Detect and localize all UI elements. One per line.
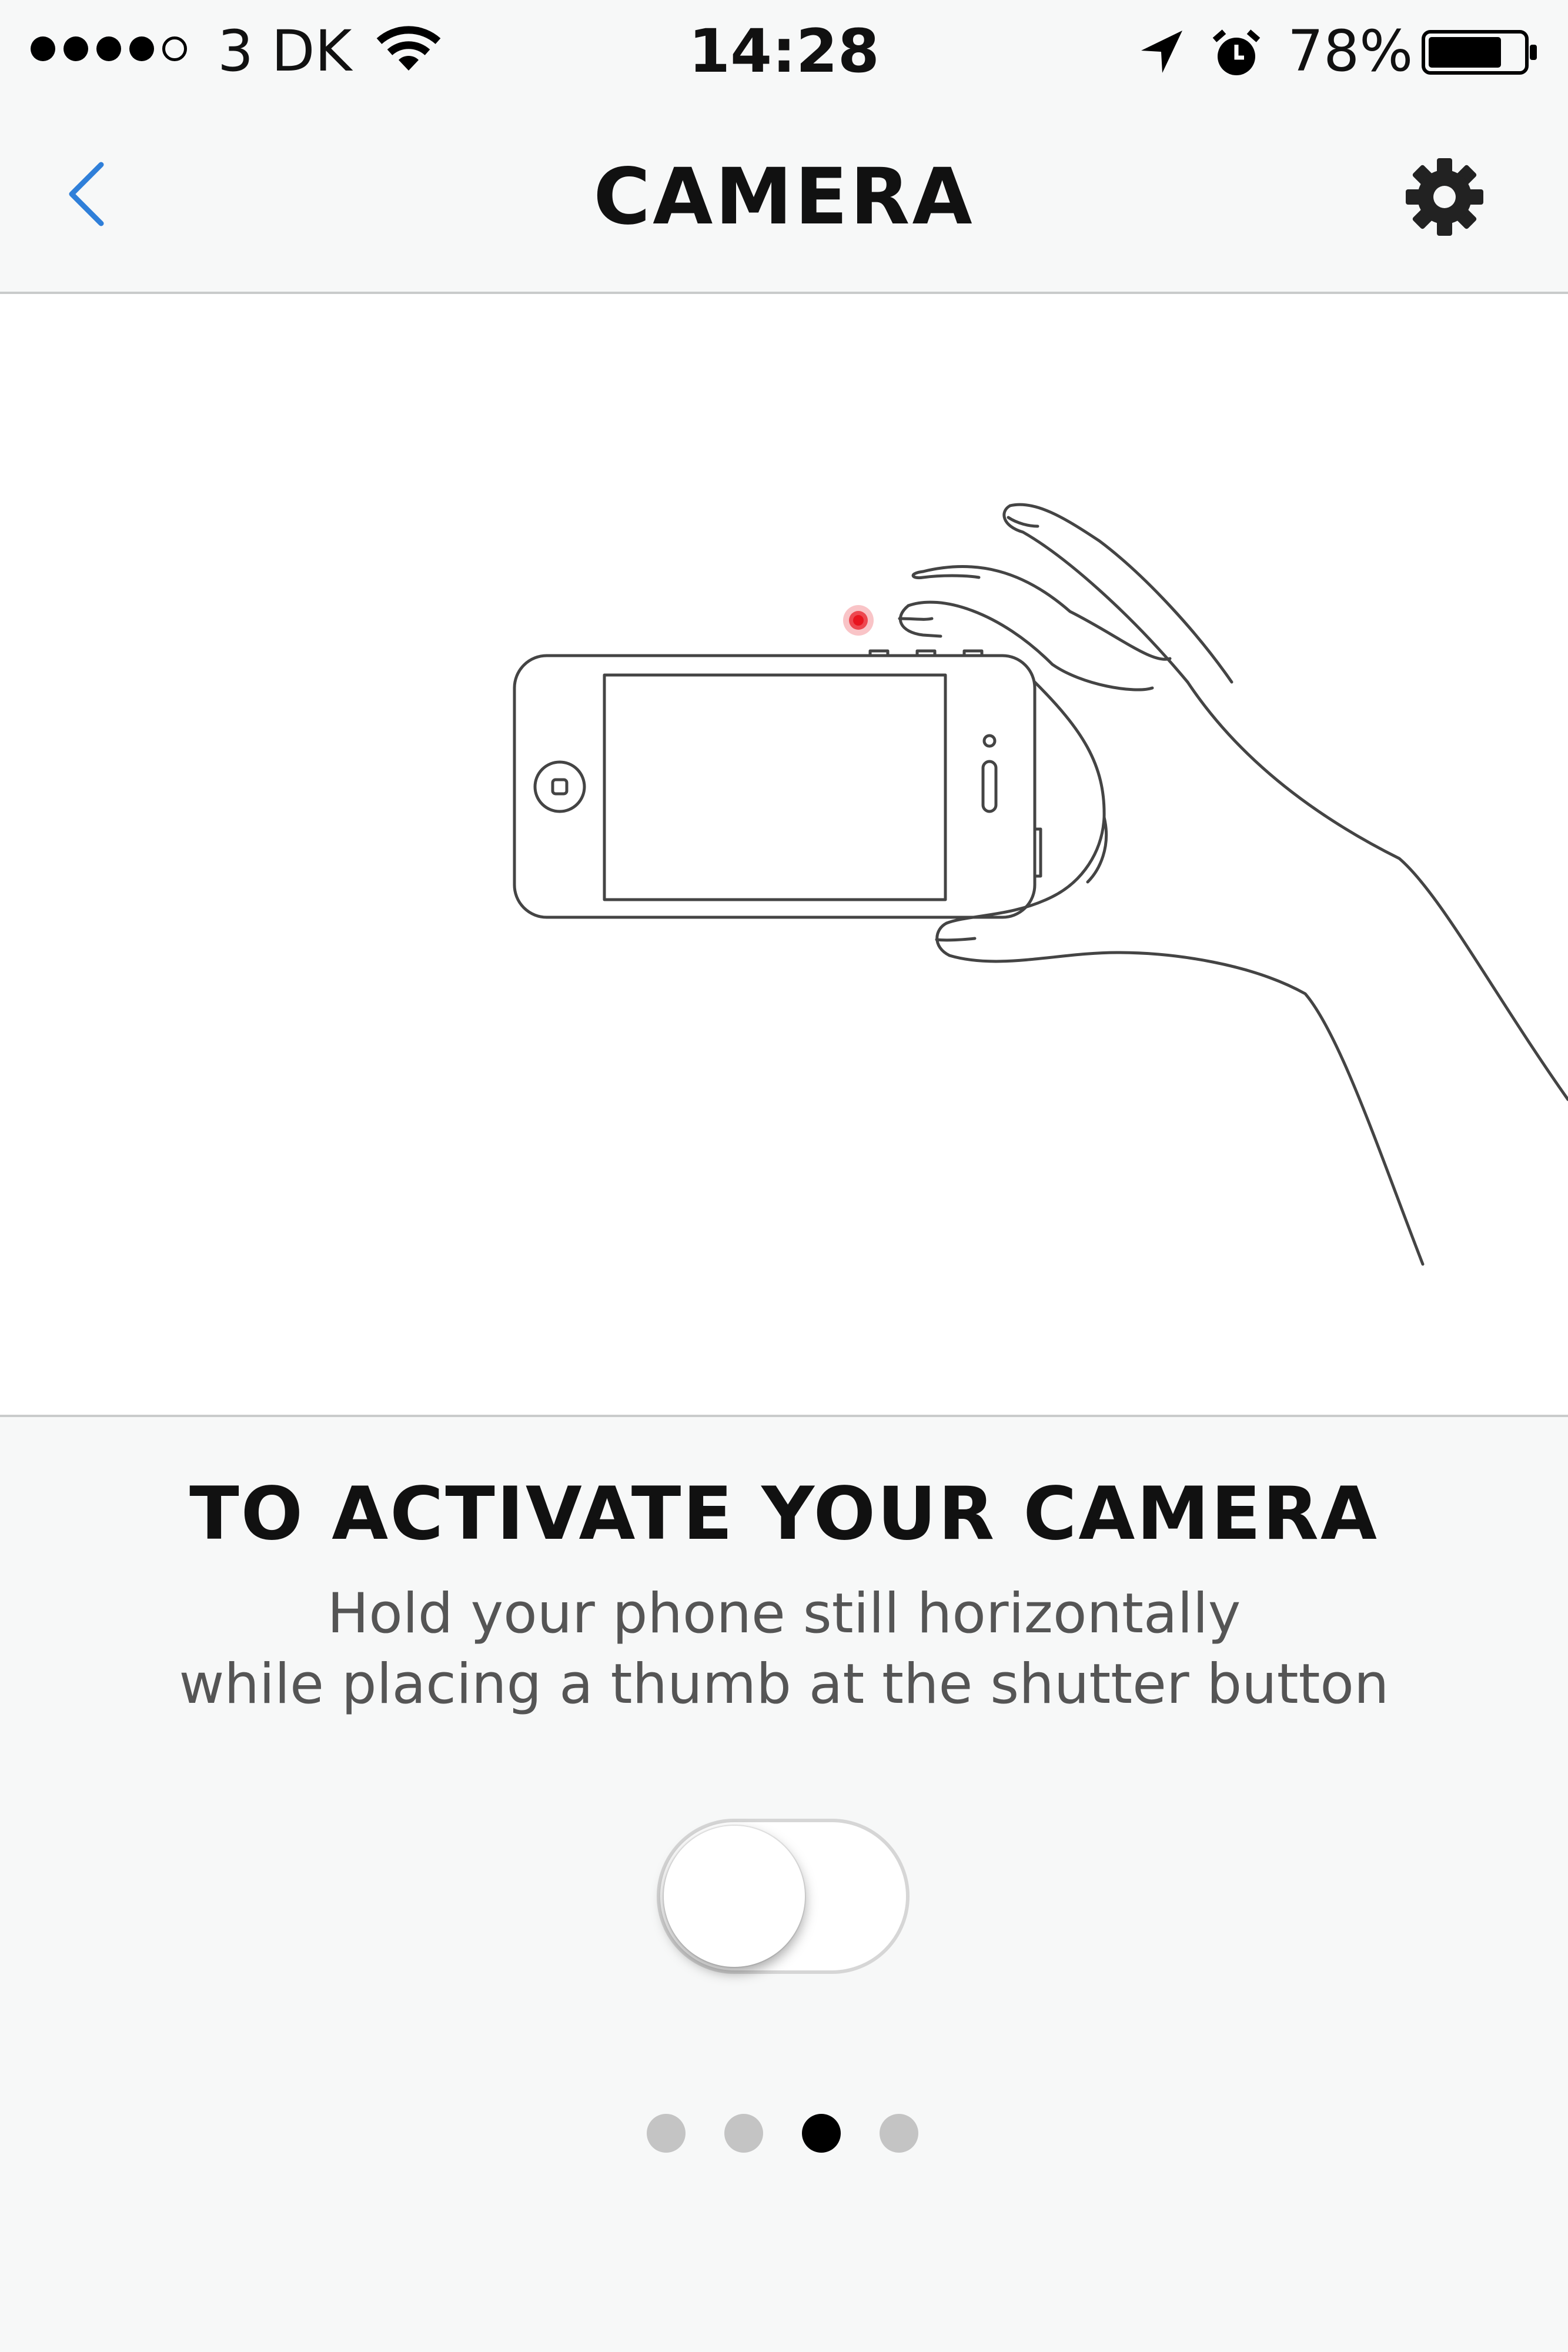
gear-icon bbox=[1406, 158, 1483, 236]
hand-holding-phone-illustration bbox=[513, 503, 1568, 1266]
status-bar: 3 DK 14:28 78% bbox=[0, 0, 1568, 100]
battery-icon bbox=[1422, 30, 1537, 75]
camera-screen: 3 DK 14:28 78% CAMERA TO ACTIVATE YOUR C… bbox=[0, 0, 1568, 2352]
instruction-illustration bbox=[0, 294, 1568, 1417]
location-arrow-icon bbox=[1141, 31, 1182, 73]
toggle-knob bbox=[664, 1826, 805, 1967]
page-indicator bbox=[647, 2114, 918, 2153]
page-dot-1[interactable] bbox=[647, 2114, 686, 2153]
alarm-clock-icon bbox=[1212, 29, 1261, 75]
instruction-text: Hold your phone still horizontally while… bbox=[0, 1579, 1568, 1720]
camera-activation-toggle[interactable] bbox=[657, 1819, 910, 1974]
page-dot-2[interactable] bbox=[724, 2114, 763, 2153]
instruction-heading: TO ACTIVATE YOUR CAMERA bbox=[189, 1472, 1379, 1556]
settings-button[interactable] bbox=[1402, 155, 1487, 239]
instruction-line-2: while placing a thumb at the shutter but… bbox=[179, 1652, 1389, 1716]
instruction-line-1: Hold your phone still horizontally bbox=[327, 1582, 1241, 1646]
navigation-bar: CAMERA bbox=[0, 100, 1568, 294]
page-title: CAMERA bbox=[593, 152, 975, 242]
page-dot-3[interactable] bbox=[802, 2114, 841, 2153]
battery-percentage: 78% bbox=[1288, 18, 1413, 84]
page-dot-4[interactable] bbox=[880, 2114, 918, 2153]
